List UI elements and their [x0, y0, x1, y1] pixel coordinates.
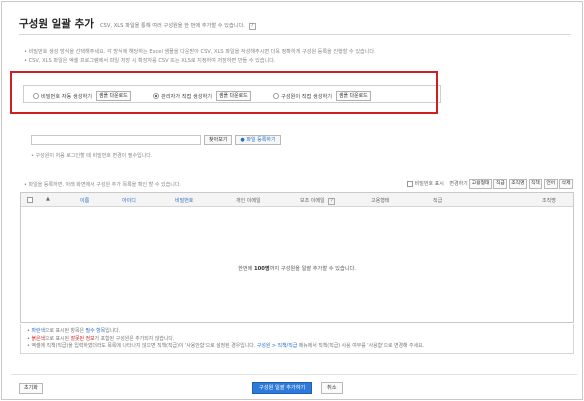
change-rank-button[interactable]: 직급: [493, 179, 508, 189]
position-menu-link[interactable]: 구성원 > 직책/직급: [257, 343, 297, 349]
bottom-divider: [11, 374, 577, 375]
cancel-button[interactable]: 취소: [321, 382, 343, 394]
col-password[interactable]: 비밀번호: [175, 197, 193, 204]
info-text: • 비밀번호 생성 방식을 선택해주세요. 각 방식에 해당하는 Excel 샘…: [24, 48, 376, 66]
change-label: 변경하기: [449, 181, 468, 188]
note-position: • 엑셀에 직책(직급)을 입력하였더라도 목록에 나타나지 않으면 직책(직급…: [27, 343, 425, 349]
col-org[interactable]: 조직명: [542, 197, 556, 204]
notes-box: • 파란색으로 표시된 항목은 필수 항목입니다. • 붉은색으로 표시된 잘못…: [20, 324, 574, 354]
show-password-checkbox[interactable]: [407, 180, 414, 187]
show-password-label: 비밀번호 표시: [414, 181, 444, 188]
change-language-button[interactable]: 언어: [543, 179, 558, 189]
col-extra-email[interactable]: 보조 이메일 ?: [300, 197, 336, 205]
help-icon[interactable]: ?: [328, 198, 336, 205]
page-title: 구성원 일괄 추가: [19, 18, 94, 30]
list-toolbar: 비밀번호 표시 변경하기 고용형태 직급 조직명 직책 언어 삭제: [407, 179, 573, 189]
help-icon[interactable]: ?: [248, 23, 256, 30]
col-employment[interactable]: 고용형태: [371, 197, 389, 204]
dialog-frame: 구성원 일괄 추가 CSV, XLS 파일을 통해 여러 구성원을 한 번에 추…: [1, 1, 583, 400]
page-subtitle: CSV, XLS 파일을 통해 여러 구성원을 한 번에 추가할 수 있습니다.…: [100, 22, 256, 30]
browse-button[interactable]: 찾아보기: [204, 135, 233, 145]
reset-button[interactable]: 초기화: [19, 383, 43, 394]
info-line-2: • CSV, XLS 파일은 엑셀 프로그램에서 파일 저장 시 확장자를 CS…: [24, 58, 276, 64]
register-file-button[interactable]: ● 파일 등록하기: [235, 135, 281, 145]
file-path-input[interactable]: [31, 135, 201, 145]
upload-note: • 구성원이 처음 로그인할 때 비밀번호 변경이 필수입니다.: [31, 153, 153, 159]
change-employment-button[interactable]: 고용형태: [469, 179, 492, 189]
grid-header: ▲ 이름 아이디 비밀번호 개인 이메일 보조 이메일 ? 고용형태 직급 조직…: [21, 193, 573, 207]
delete-button[interactable]: 삭제: [559, 179, 573, 189]
grid-empty-message: 한번에 100명까지 구성원을 일괄 추가할 수 있습니다.: [238, 266, 356, 272]
file-upload-row: 찾아보기 ● 파일 등록하기: [31, 135, 281, 145]
list-description: • 파일을 등록하면, 아래 화면에서 구성원 추가 목록을 확인 할 수 있습…: [24, 182, 182, 188]
title-divider: [19, 34, 571, 35]
select-all-checkbox[interactable]: [27, 197, 33, 203]
change-org-button[interactable]: 조직명: [508, 179, 528, 189]
col-name[interactable]: 이름: [80, 197, 89, 204]
col-rank[interactable]: 직급: [433, 197, 442, 204]
submit-button[interactable]: 구성원 일괄 추가하기: [252, 382, 313, 394]
note-invalid: • 붉은색으로 표시된 잘못된 정보가 포함된 구성원은 추가되지 않습니다.: [27, 335, 175, 342]
member-grid: ▲ 이름 아이디 비밀번호 개인 이메일 보조 이메일 ? 고용형태 직급 조직…: [20, 192, 574, 323]
info-line-1: • 비밀번호 생성 방식을 선택해주세요. 각 방식에 해당하는 Excel 샘…: [24, 49, 376, 55]
col-personal-email[interactable]: 개인 이메일: [236, 197, 261, 204]
col-id[interactable]: 아이디: [122, 197, 136, 204]
highlight-annotation: [10, 71, 438, 114]
title-row: 구성원 일괄 추가 CSV, XLS 파일을 통해 여러 구성원을 한 번에 추…: [19, 16, 256, 31]
sort-icon[interactable]: ▲: [46, 196, 50, 202]
note-required: • 파란색으로 표시된 항목은 필수 항목입니다.: [27, 328, 121, 334]
change-position-button[interactable]: 직책: [528, 179, 543, 189]
